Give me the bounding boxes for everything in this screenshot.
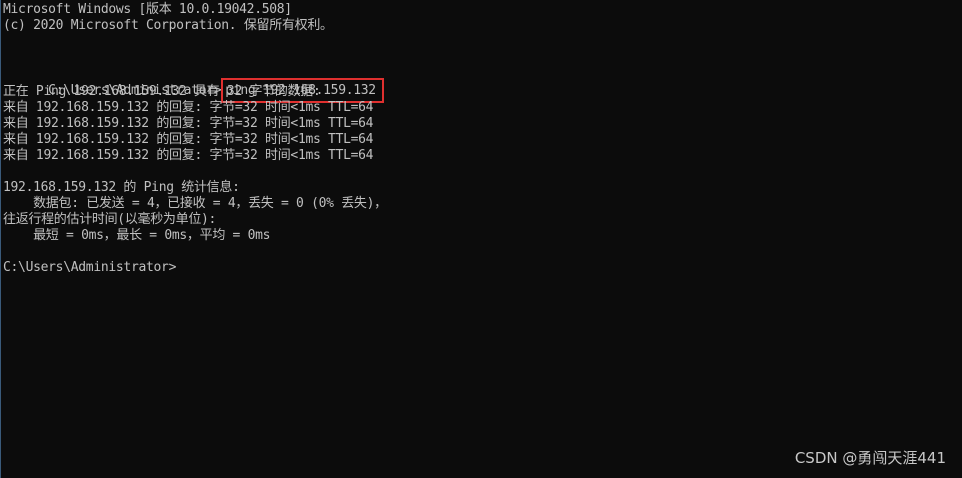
command-line: C:\Users\Administrator> ping 192.168.159.…	[3, 52, 387, 103]
console-output: Microsoft Windows [版本 10.0.19042.508] (c…	[3, 2, 387, 276]
console-line: 数据包: 已发送 = 4，已接收 = 4，丢失 = 0 (0% 丢失)，	[3, 196, 387, 211]
watermark: CSDN @勇闯天涯441	[794, 449, 946, 467]
prompt-line[interactable]: C:\Users\Administrator>	[3, 260, 387, 276]
console-line: 来自 192.168.159.132 的回复: 字节=32 时间<1ms TTL…	[3, 116, 374, 131]
console-window[interactable]: Microsoft Windows [版本 10.0.19042.508] (c…	[0, 0, 962, 478]
console-line: 往返行程的估计时间(以毫秒为单位):	[3, 212, 217, 227]
console-line: 192.168.159.132 的 Ping 统计信息:	[3, 180, 240, 195]
console-line: 最短 = 0ms，最长 = 0ms，平均 = 0ms	[3, 228, 271, 243]
console-line: (c) 2020 Microsoft Corporation. 保留所有权利。	[3, 18, 333, 33]
console-line: 来自 192.168.159.132 的回复: 字节=32 时间<1ms TTL…	[3, 132, 374, 147]
console-line: 来自 192.168.159.132 的回复: 字节=32 时间<1ms TTL…	[3, 100, 374, 115]
console-line: 来自 192.168.159.132 的回复: 字节=32 时间<1ms TTL…	[3, 148, 374, 163]
console-line: Microsoft Windows [版本 10.0.19042.508]	[3, 2, 292, 17]
